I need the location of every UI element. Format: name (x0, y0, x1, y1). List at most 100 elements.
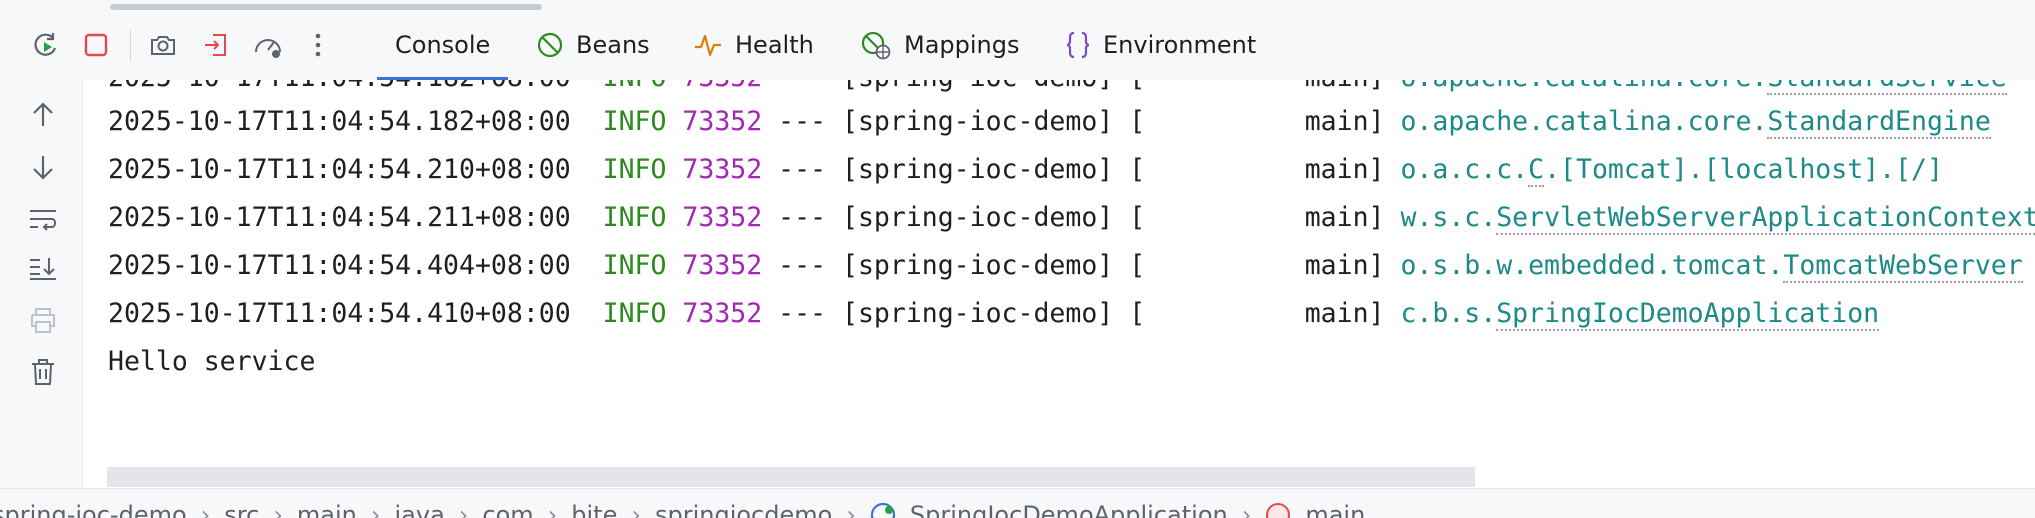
rerun-button[interactable] (28, 27, 64, 63)
breadcrumb-item-package[interactable]: springiocdemo (655, 501, 832, 518)
log-separator: --- (778, 250, 827, 281)
chevron-right-icon: › (458, 501, 469, 518)
log-app: [spring-ioc-demo] (842, 298, 1114, 329)
soft-wrap-button[interactable] (23, 199, 63, 239)
logger-package: c.b.s. (1400, 298, 1497, 329)
scroll-to-end-button[interactable] (23, 248, 63, 288)
tab-console[interactable]: Console (376, 10, 509, 80)
logger-class-link[interactable]: ServletWebServerApplicationContext (1496, 202, 2035, 235)
soft-wrap-icon (30, 210, 56, 231)
log-thread-open: [ (1129, 298, 1146, 329)
exit-icon (205, 34, 226, 56)
tab-mappings[interactable]: Mappings (860, 10, 1020, 80)
log-line: 2025-10-17T11:04:54.404+08:00 INFO 73352… (108, 244, 2023, 288)
more-button[interactable] (300, 27, 336, 63)
tab-console-label: Console (395, 31, 491, 59)
chevron-right-icon: › (273, 501, 283, 518)
method-icon (1266, 503, 1291, 518)
logger-class-link[interactable]: SpringIocDemoApplication (1496, 298, 1880, 331)
breadcrumb-item-project[interactable]: spring-ioc-demo (0, 501, 187, 518)
log-timestamp: 2025-10-17T11:04:54.182+08:00 (108, 80, 571, 93)
log-thread: main] (1304, 106, 1385, 137)
stop-button[interactable] (78, 27, 114, 63)
log-pid: 73352 (682, 80, 762, 93)
log-separator: --- (778, 298, 827, 329)
log-line: 2025-10-17T11:04:54.410+08:00 INFO 73352… (108, 292, 1880, 336)
log-thread: main] (1305, 80, 1385, 93)
tab-health[interactable]: Health (693, 10, 814, 80)
logger-package: o.apache.catalina.core. (1400, 80, 1767, 93)
log-logger[interactable]: w.s.c.ServletWebServerApplicationContext (1400, 202, 2035, 235)
log-logger[interactable]: o.s.b.w.embedded.tomcat.TomcatWebServer (1400, 250, 2023, 283)
breadcrumb-item-com[interactable]: com (482, 501, 533, 518)
log-logger[interactable]: o.apache.catalina.core.StandardService (1400, 80, 2007, 95)
print-button[interactable] (23, 300, 63, 340)
breadcrumb-item-method[interactable]: main (1305, 501, 1365, 518)
log-level: INFO (602, 298, 667, 329)
rerun-icon (34, 33, 57, 56)
top-scrollbar-track (0, 0, 2035, 10)
more-icon (315, 33, 321, 57)
camera-icon (151, 36, 175, 55)
run-toolbar: Console Beans Health Mappings Environmen… (0, 10, 2035, 81)
log-timestamp: 2025-10-17T11:04:54.410+08:00 (108, 298, 571, 329)
logger-package: o.a.c.c. (1400, 154, 1529, 185)
log-separator: --- (778, 154, 827, 185)
log-pid: 73352 (682, 154, 763, 185)
log-level: INFO (602, 202, 667, 233)
screenshot-button[interactable] (145, 27, 181, 63)
log-line: 2025-10-17T11:04:54.210+08:00 INFO 73352… (108, 148, 1943, 192)
performance-button[interactable] (250, 27, 286, 63)
breadcrumb-item-bite[interactable]: bite (571, 501, 617, 518)
log-line: 2025-10-17T11:04:54.182+08:00 INFO 73352… (108, 80, 2007, 100)
console-horizontal-scrollbar[interactable] (107, 467, 1475, 487)
chevron-right-icon: › (846, 501, 856, 518)
scroll-to-end-icon (30, 258, 56, 280)
log-app: [spring-ioc-demo] (842, 106, 1114, 137)
gauge-icon (255, 39, 281, 58)
log-thread-open: [ (1129, 106, 1146, 137)
chevron-right-icon: › (1241, 501, 1252, 518)
log-thread-open: [ (1129, 202, 1146, 233)
chevron-right-icon: › (547, 501, 558, 518)
log-logger[interactable]: c.b.s.SpringIocDemoApplication (1400, 298, 1880, 331)
log-level: INFO (602, 154, 667, 185)
log-timestamp: 2025-10-17T11:04:54.182+08:00 (108, 106, 571, 137)
log-pid: 73352 (682, 298, 763, 329)
log-thread: main] (1304, 298, 1385, 329)
log-timestamp: 2025-10-17T11:04:54.210+08:00 (108, 154, 571, 185)
log-logger[interactable]: o.a.c.c.C.[Tomcat].[localhost].[/] (1400, 154, 1943, 187)
log-thread-open: [ (1129, 154, 1146, 185)
breadcrumb-item-java[interactable]: java (395, 501, 445, 518)
tab-beans[interactable]: Beans (536, 10, 650, 80)
scroll-down-button[interactable] (23, 147, 63, 187)
console-output[interactable]: 2025-10-17T11:04:54.182+08:00 INFO 73352… (83, 80, 2035, 488)
logger-class-link[interactable]: TomcatWebServer (1783, 250, 2023, 283)
print-icon (31, 308, 55, 333)
scroll-up-button[interactable] (23, 95, 63, 135)
logger-class-link[interactable]: C (1528, 154, 1545, 187)
logger-class-link[interactable]: StandardService (1767, 80, 2007, 95)
chevron-right-icon: › (370, 501, 381, 518)
log-separator: --- (778, 80, 826, 93)
up-arrow-icon (33, 102, 53, 126)
log-line: 2025-10-17T11:04:54.182+08:00 INFO 73352… (108, 100, 1991, 144)
spring-class-icon (870, 502, 896, 518)
logger-package: w.s.c. (1400, 202, 1497, 233)
log-pid: 73352 (682, 202, 763, 233)
program-output-line: Hello service (108, 346, 316, 377)
log-line: 2025-10-17T11:04:54.211+08:00 INFO 73352… (108, 196, 2035, 240)
environment-icon (1066, 31, 1090, 59)
log-logger[interactable]: o.apache.catalina.core.StandardEngine (1400, 106, 1991, 139)
tab-environment[interactable]: Environment (1065, 10, 1256, 80)
logger-suffix: .[Tomcat].[localhost].[/] (1544, 154, 1943, 185)
log-app: [spring-ioc-demo] (842, 80, 1113, 93)
breadcrumb-item-class[interactable]: SpringIocDemoApplication (910, 501, 1228, 518)
toolbar-separator (130, 30, 131, 62)
logger-class-link[interactable]: StandardEngine (1767, 106, 1991, 139)
log-app: [spring-ioc-demo] (842, 202, 1114, 233)
breadcrumb-item-src[interactable]: src (224, 501, 259, 518)
clear-all-button[interactable] (23, 352, 63, 392)
breadcrumb-item-main[interactable]: main (297, 501, 357, 518)
exit-button[interactable] (198, 27, 234, 63)
